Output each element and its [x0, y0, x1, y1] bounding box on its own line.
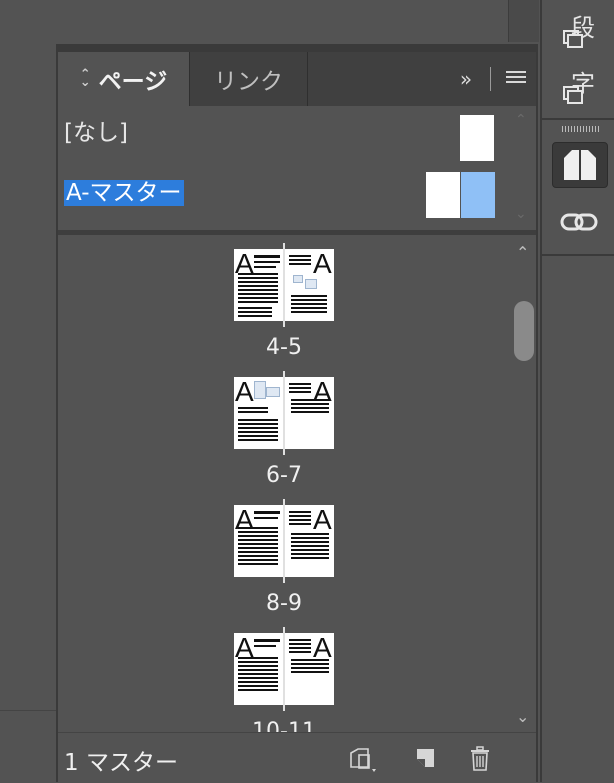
- page-size-icon[interactable]: [348, 745, 376, 773]
- spread-item[interactable]: A A 6-7: [234, 371, 336, 488]
- spread-spine: [283, 499, 285, 583]
- spread-item[interactable]: A A 8-9: [234, 499, 336, 616]
- page-thumbnail-left[interactable]: A: [234, 633, 283, 705]
- page-thumbnail-left[interactable]: A: [234, 505, 283, 577]
- masters-section: [なし] A-マスター ⌃ ⌄: [58, 106, 536, 231]
- paragraph-styles-icon: 段: [559, 8, 599, 48]
- spread-item[interactable]: A A 4-5: [234, 243, 336, 360]
- master-count-status: 1 マスター: [64, 750, 178, 776]
- dock-grip[interactable]: [562, 126, 600, 132]
- panel-drag-bar[interactable]: [58, 44, 536, 52]
- pages-scrollbar[interactable]: ⌃ ⌄: [512, 243, 536, 726]
- page-thumbnail-left[interactable]: A: [234, 249, 283, 321]
- master-a-label: A-マスター: [64, 180, 184, 206]
- master-a-thumbnail-left[interactable]: [426, 172, 460, 218]
- master-none-thumbnail[interactable]: [460, 115, 494, 161]
- tab-links[interactable]: リンク: [190, 52, 308, 106]
- pages-panel: ⌃ ⌄ ページ リンク » [なし] A-マスター ⌃ ⌄ A A 4-5 A …: [56, 44, 538, 783]
- chevron-down-icon[interactable]: ⌄: [516, 707, 529, 726]
- spread-spine: [283, 371, 285, 455]
- master-a[interactable]: A-マスター: [64, 178, 184, 208]
- dock-character-styles-button[interactable]: 字: [552, 62, 606, 106]
- panel-tabbar: ⌃ ⌄ ページ リンク »: [58, 52, 536, 107]
- dock-separator: [542, 254, 614, 256]
- spread-label: 8-9: [266, 591, 302, 616]
- dock-pages-button[interactable]: [552, 142, 608, 188]
- master-none-label: [なし]: [64, 120, 128, 146]
- pages-icon: [564, 148, 596, 182]
- document-scrollbar-edge: [508, 0, 539, 42]
- new-page-icon[interactable]: [412, 745, 440, 773]
- dock-separator: [542, 118, 614, 120]
- document-background: [0, 0, 56, 782]
- collapse-toggle-icon[interactable]: ⌃ ⌄: [80, 68, 91, 89]
- panel-footer: 1 マスター: [58, 732, 536, 783]
- trash-icon[interactable]: [466, 745, 494, 773]
- page-thumbnail-left[interactable]: A: [234, 377, 283, 449]
- ruler-line: [0, 710, 56, 711]
- page-thumbnail-right[interactable]: A: [285, 505, 334, 577]
- chevron-down-icon[interactable]: ⌄: [515, 206, 527, 222]
- spread-spine: [283, 627, 285, 711]
- tabbar-separator: [490, 67, 491, 91]
- page-thumbnail-right[interactable]: A: [285, 249, 334, 321]
- chevron-up-icon[interactable]: ⌃: [515, 112, 527, 128]
- master-none[interactable]: [なし]: [64, 118, 128, 148]
- dock-links-button[interactable]: [552, 200, 606, 244]
- master-a-thumbnail-right[interactable]: [461, 172, 495, 218]
- spread-label: 6-7: [266, 463, 302, 488]
- more-panels-button[interactable]: »: [453, 65, 479, 93]
- links-icon: [560, 213, 598, 231]
- panel-dock: 段 字: [540, 0, 614, 782]
- spread-label: 10-11: [252, 719, 316, 732]
- spread-item[interactable]: A A 10-11: [234, 627, 336, 732]
- spread-label: 4-5: [266, 335, 302, 360]
- spread-spine: [283, 243, 285, 327]
- dock-paragraph-styles-button[interactable]: 段: [552, 6, 606, 50]
- scrollbar-thumb[interactable]: [514, 301, 534, 361]
- tab-pages[interactable]: ⌃ ⌄ ページ: [58, 52, 190, 106]
- pages-section: A A 4-5 A A 6-7 A A 8-9 A A 10-11 ⌃ ⌄: [58, 235, 536, 732]
- masters-scrollbar[interactable]: ⌃ ⌄: [512, 112, 532, 222]
- character-styles-icon: 字: [559, 64, 599, 104]
- tab-links-label: リンク: [214, 69, 283, 95]
- panel-menu-icon[interactable]: [506, 71, 526, 87]
- page-thumbnail-right[interactable]: A: [285, 633, 334, 705]
- tab-pages-label: ページ: [98, 69, 168, 95]
- chevron-up-icon[interactable]: ⌃: [516, 243, 529, 262]
- page-thumbnail-right[interactable]: A: [285, 377, 334, 449]
